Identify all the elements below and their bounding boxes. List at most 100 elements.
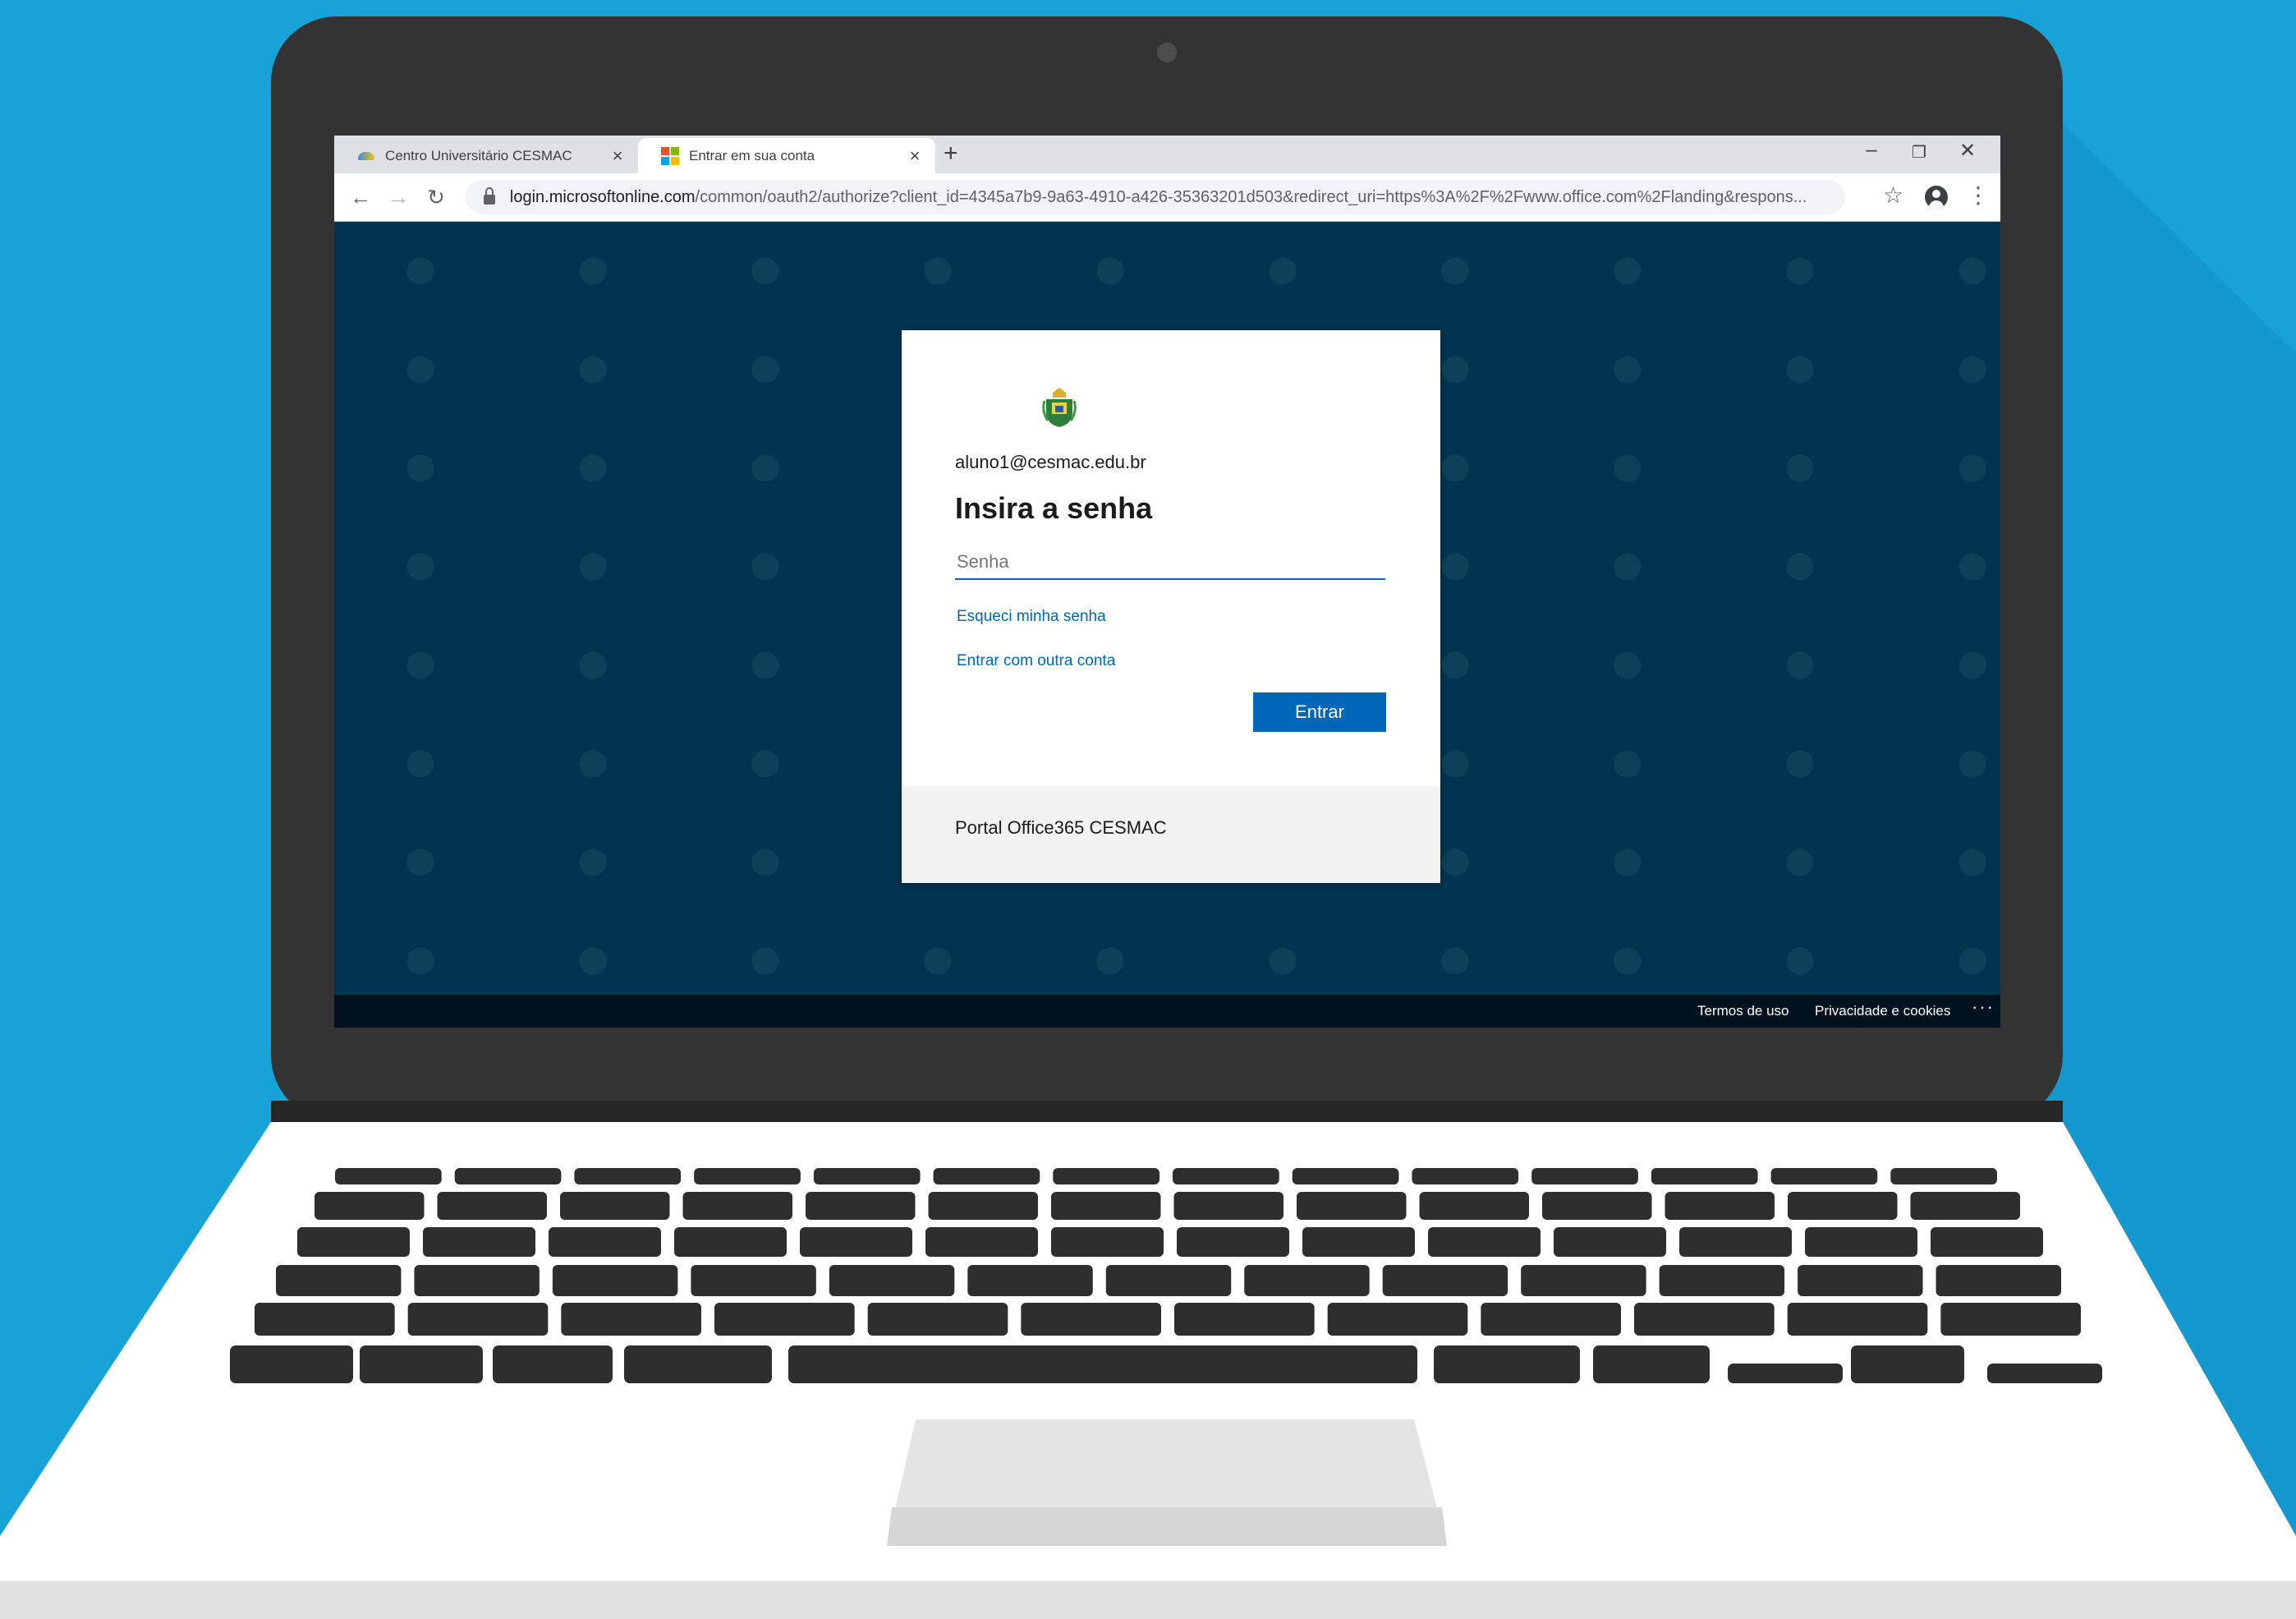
keyboard-key — [1910, 1192, 2020, 1220]
keyboard-key — [1419, 1192, 1529, 1220]
keyboard-key — [407, 1303, 549, 1336]
tab-sign-in[interactable]: Entrar em sua conta × — [638, 138, 935, 173]
tab-cesmac[interactable]: Centro Universitário CESMAC × — [334, 138, 638, 173]
use-another-account-link[interactable]: Entrar com outra conta — [957, 652, 1115, 670]
keyboard-key — [813, 1168, 921, 1184]
keyboard-key — [967, 1265, 1093, 1296]
keyboard-key — [1105, 1265, 1232, 1296]
lock-icon — [484, 187, 495, 205]
keyboard-key — [1428, 1227, 1541, 1257]
keyboard-key — [574, 1168, 682, 1184]
browser-window: Centro Universitário CESMAC × Entrar em … — [334, 136, 2000, 1028]
keyboard-key — [1940, 1303, 2081, 1336]
keyboard-key — [829, 1265, 955, 1296]
keyboard-key — [1174, 1303, 1315, 1336]
new-tab-button[interactable]: + — [944, 140, 958, 168]
account-email: aluno1@cesmac.edu.br — [955, 452, 1146, 472]
bookmark-star-icon[interactable]: ☆ — [1883, 182, 1903, 209]
keyboard-key — [674, 1227, 787, 1257]
minimize-button[interactable]: – — [1848, 139, 1895, 168]
keyboard-key — [1651, 1168, 1758, 1184]
browser-menu-icon[interactable]: ⋮ — [1967, 182, 1990, 209]
keyboard-key — [867, 1303, 1008, 1336]
forgot-password-link[interactable]: Esqueci minha senha — [957, 608, 1106, 626]
page-footer: Termos de uso Privacidade e cookies ··· — [334, 995, 2000, 1028]
keyboard-key — [1173, 1192, 1283, 1220]
keyboard-key — [1053, 1168, 1159, 1184]
keyboard-key — [1805, 1227, 1917, 1257]
browser-toolbar: ← → ↻ login.microsoftonline.com/common/o… — [334, 173, 2000, 222]
keyboard-key — [1412, 1168, 1519, 1184]
password-field[interactable] — [955, 545, 1385, 580]
terms-link[interactable]: Termos de uso — [1697, 1003, 1789, 1019]
url-text: login.microsoftonline.com/common/oauth2/… — [509, 187, 1807, 206]
privacy-link[interactable]: Privacidade e cookies — [1815, 1003, 1950, 1019]
keyboard-key — [1936, 1265, 2061, 1296]
keyboard-key — [925, 1227, 1038, 1257]
close-tab-icon[interactable]: × — [902, 145, 927, 167]
keyboard-key — [276, 1265, 402, 1296]
keyboard-key — [1382, 1265, 1508, 1296]
organization-footer: Portal Office365 CESMAC — [902, 786, 1440, 883]
profile-avatar-icon[interactable] — [1925, 186, 1948, 209]
keyboard-key — [694, 1168, 801, 1184]
keyboard-key — [800, 1227, 912, 1257]
sign-in-card: aluno1@cesmac.edu.br Insira a senha Esqu… — [902, 330, 1440, 883]
back-arrow-icon[interactable]: ← — [344, 182, 377, 213]
keyboard-key — [1177, 1227, 1289, 1257]
keyboard-key — [1542, 1192, 1652, 1220]
keyboard-key — [1593, 1345, 1710, 1383]
keyboard-key — [1521, 1265, 1646, 1296]
keyboard-key — [1788, 1192, 1898, 1220]
keyboard-key — [1728, 1364, 1843, 1383]
webcam-icon — [1157, 43, 1177, 62]
keyboard-key — [549, 1227, 661, 1257]
keyboard-key — [414, 1265, 540, 1296]
keyboard-key — [552, 1265, 678, 1296]
cesmac-crest-logo — [1042, 388, 1077, 427]
keyboard-key — [561, 1303, 701, 1336]
keyboard-key — [691, 1265, 816, 1296]
keyboard-key — [1327, 1303, 1468, 1336]
keyboard-key — [1302, 1227, 1415, 1257]
sign-in-button[interactable]: Entrar — [1253, 692, 1386, 732]
keyboard-key — [1787, 1303, 1928, 1336]
restore-button[interactable]: ❐ — [1895, 142, 1943, 172]
keyboard-key — [560, 1192, 670, 1220]
keyboard-key — [624, 1345, 772, 1383]
keyboard-key — [1481, 1303, 1621, 1336]
close-window-button[interactable]: ✕ — [1944, 139, 1991, 168]
keyboard-key — [1173, 1168, 1279, 1184]
keyboard-key — [933, 1168, 1040, 1184]
tab-title: Centro Universitário CESMAC — [385, 147, 572, 163]
keyboard-key — [1554, 1227, 1666, 1257]
keyboard-key — [1531, 1168, 1638, 1184]
keyboard-key — [1434, 1345, 1580, 1383]
spacebar-key — [788, 1345, 1417, 1383]
close-tab-icon[interactable]: × — [605, 145, 630, 167]
reload-icon[interactable]: ↻ — [420, 182, 452, 213]
keyboard-key — [1244, 1265, 1370, 1296]
keyboard-key — [1679, 1227, 1792, 1257]
keyboard-key — [1021, 1303, 1161, 1336]
keyboard-key — [1292, 1168, 1399, 1184]
keyboard-key — [315, 1192, 425, 1220]
more-options-icon[interactable]: ··· — [1972, 996, 1995, 1018]
laptop-hinge — [271, 1101, 2063, 1124]
keyboard-key — [1051, 1192, 1161, 1220]
keyboard-key — [493, 1345, 613, 1383]
keyboard-key — [1890, 1168, 1997, 1184]
keyboard-key — [437, 1192, 547, 1220]
forward-arrow-icon[interactable]: → — [382, 182, 415, 213]
tab-title: Entrar em sua conta — [689, 147, 815, 163]
microsoft-favicon-icon — [661, 146, 679, 165]
keyboard-key — [454, 1168, 562, 1184]
keyboard-key — [1051, 1227, 1164, 1257]
organization-name: Portal Office365 CESMAC — [955, 817, 1167, 838]
keyboard-key — [682, 1192, 792, 1220]
keyboard-key — [1659, 1265, 1785, 1296]
keyboard-key — [1987, 1364, 2102, 1383]
keyboard-key — [1931, 1227, 2043, 1257]
tab-strip: Centro Universitário CESMAC × Entrar em … — [334, 136, 2000, 173]
address-bar[interactable]: login.microsoftonline.com/common/oauth2/… — [466, 180, 1845, 214]
